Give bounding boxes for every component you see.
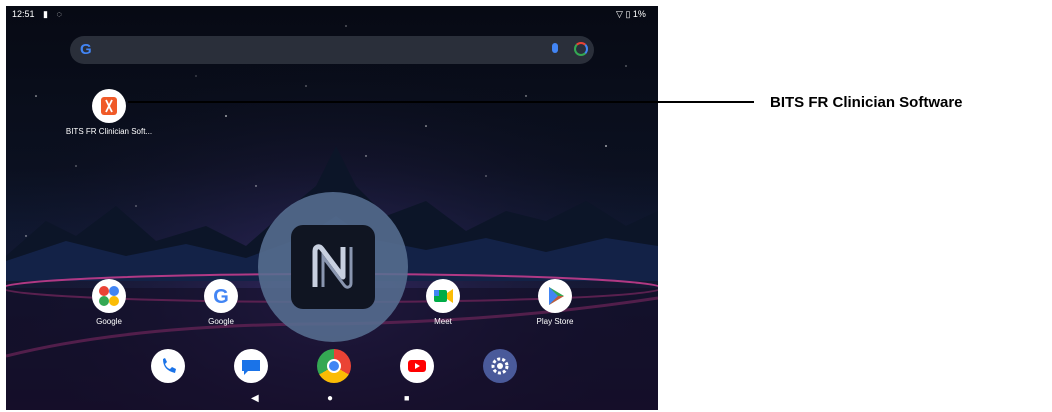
nfc-icon [291,225,375,309]
phone-icon[interactable] [151,349,185,383]
vpn-icon: ◌ [56,9,62,19]
app-label: Google [96,317,122,326]
svg-text:G: G [213,286,229,308]
battery-saver-icon: ▮ [43,9,48,19]
battery-percent: 1% [632,9,646,19]
app-google-folder[interactable]: Google [64,279,154,326]
nfc-overlay [258,192,408,342]
settings-icon[interactable] [483,349,517,383]
app-meet[interactable]: Meet [398,279,488,326]
status-time: 12:51 [12,9,35,19]
google-g-icon: G [204,279,238,313]
back-button[interactable]: ◀ [251,393,259,404]
recents-button[interactable]: ■ [404,393,409,403]
home-button[interactable]: ● [327,393,333,404]
tablet-screen: 12:51 ▮ ◌ ▽ ▯ 1% G BITS FR Clinician Sof… [6,6,658,410]
microphone-icon[interactable] [552,43,558,53]
meet-icon [426,279,460,313]
status-bar: 12:51 ▮ ◌ [12,9,62,20]
app-play-store[interactable]: Play Store [510,279,600,326]
wifi-icon: ▽ [616,9,623,19]
google-lens-icon[interactable] [574,42,588,56]
bits-fr-clinician-icon [92,89,126,123]
youtube-icon[interactable] [400,349,434,383]
chrome-icon[interactable] [317,349,351,383]
google-logo-icon: G [80,41,92,58]
battery-icon: ▯ [625,9,631,19]
app-label: Meet [434,317,452,326]
app-bits-fr-clinician[interactable]: BITS FR Clinician Soft... [64,89,154,136]
app-label: BITS FR Clinician Soft... [65,127,153,136]
messages-icon[interactable] [234,349,268,383]
callout-line [128,101,754,103]
callout-label: BITS FR Clinician Software [770,94,963,111]
play-store-icon [538,279,572,313]
app-label: Google [208,317,234,326]
google-search-bar[interactable]: G [70,36,594,64]
app-label: Play Store [536,317,574,326]
status-bar-right: ▽ ▯ 1% [616,9,646,20]
app-google[interactable]: G Google [176,279,266,326]
google-folder-icon [92,279,126,313]
